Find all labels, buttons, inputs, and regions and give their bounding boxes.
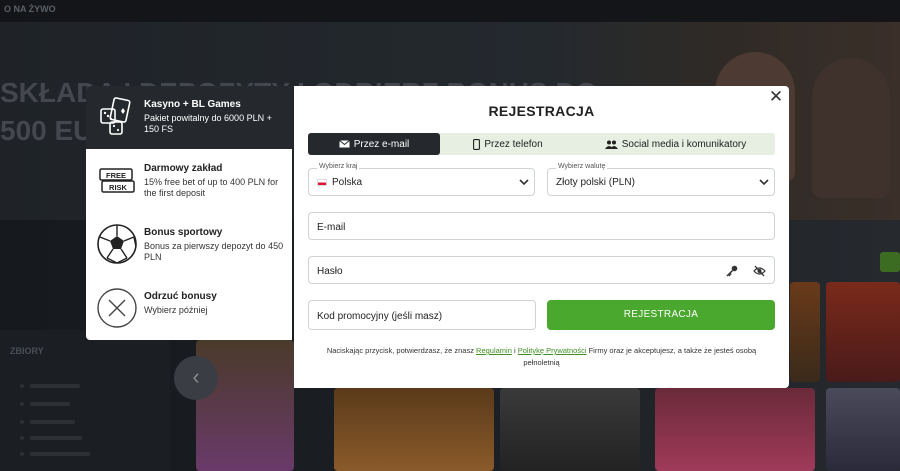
background-game-tile [334, 388, 494, 471]
soccer-ball-icon [97, 224, 137, 264]
registration-tabs: Przez e-mail Przez telefon Social media … [308, 133, 775, 155]
tab-label: Social media i komunikatory [621, 138, 747, 150]
bonus-option-free-bet[interactable]: FREE RISK Darmowy zakład 15% free bet of… [86, 150, 292, 213]
bonus-option-desc: Bonus za pierwszy depozyt do 450 PLN [144, 241, 284, 262]
background-game-tile [500, 388, 640, 471]
promo-code-field[interactable]: Kod promocyjny (jeśli masz) [308, 300, 536, 330]
background-game-tile [826, 282, 900, 382]
bonus-option-desc: Pakiet powitalny do 6000 PLN + 150 FS [144, 113, 272, 134]
bonus-option-title: Bonus sportowy [144, 227, 223, 238]
promo-code-placeholder: Kod promocyjny (jeśli masz) [317, 311, 443, 322]
currency-select[interactable]: Wybierz walutę Złoty polski (PLN) [547, 163, 775, 196]
bonus-option-desc: 15% free bet of up to 400 PLN for the fi… [144, 177, 279, 198]
password-field[interactable]: Hasło [308, 256, 775, 284]
users-icon [604, 140, 618, 149]
phone-icon [473, 138, 481, 150]
bonus-panel: Kasyno + BL Games Pakiet powitalny do 60… [86, 86, 292, 340]
bonus-option-title: Odrzuć bonusy [144, 291, 217, 302]
tab-social[interactable]: Social media i komunikatory [576, 133, 775, 155]
bonus-option-decline[interactable]: Odrzuć bonusy Wybierz później [86, 278, 292, 340]
privacy-policy-link[interactable]: Politykę Prywatności [518, 346, 587, 355]
bonus-option-title: Darmowy zakład [144, 163, 223, 174]
background-top-label: O NA ŻYWO [4, 4, 56, 14]
currency-label: Wybierz walutę [556, 163, 608, 170]
background-carousel-prev-icon: ‹ [174, 356, 218, 400]
free-text: FREE [106, 171, 126, 180]
email-field[interactable]: E-mail [308, 212, 775, 240]
tab-label: Przez e-mail [353, 138, 410, 150]
tab-label: Przez telefon [484, 138, 543, 150]
bonus-option-desc: Wybierz później [144, 305, 208, 315]
chevron-down-icon [759, 179, 769, 186]
registration-modal: ✕ REJESTRACJA Przez e-mail Przez telefon… [294, 86, 789, 388]
poland-flag-icon [317, 179, 327, 186]
background-dealer-image [812, 58, 890, 198]
envelope-icon [338, 140, 350, 148]
tab-email[interactable]: Przez e-mail [308, 133, 440, 155]
background-game-tile [790, 282, 820, 382]
background-game-tile [655, 388, 815, 471]
terms-text: Naciskając przycisk, potwierdzasz, że zn… [326, 346, 757, 367]
password-placeholder: Hasło [317, 266, 343, 277]
background-top-bar: O NA ŻYWO [0, 0, 900, 22]
background-sidebar: ZBIORY [0, 330, 170, 471]
modal-title: REJESTRACJA [488, 103, 595, 119]
currency-value: Złoty polski (PLN) [556, 177, 635, 188]
background-green-button [880, 252, 900, 272]
bonus-option-title: Kasyno + BL Games [144, 99, 241, 110]
tab-phone[interactable]: Przez telefon [440, 133, 576, 155]
bonus-option-sport[interactable]: Bonus sportowy Bonus za pierwszy depozyt… [86, 214, 292, 277]
casino-dice-cards-icon [100, 97, 131, 135]
email-placeholder: E-mail [317, 222, 346, 233]
risk-text: RISK [109, 183, 128, 192]
background-game-tile [826, 388, 900, 471]
key-icon[interactable] [726, 265, 738, 277]
terms-link[interactable]: Regulamin [476, 346, 512, 355]
country-value: Polska [332, 177, 363, 188]
chevron-down-icon [519, 179, 529, 186]
country-select[interactable]: Wybierz kraj Polska [308, 163, 535, 196]
register-button[interactable]: REJESTRACJA [547, 300, 775, 330]
eye-slash-icon[interactable] [753, 265, 766, 277]
free-risk-ticket-icon: FREE RISK [99, 168, 135, 193]
bonus-option-casino[interactable]: Kasyno + BL Games Pakiet powitalny do 60… [86, 86, 292, 149]
background-game-tile [196, 340, 294, 471]
close-circle-icon [97, 288, 137, 328]
country-label: Wybierz kraj [317, 163, 360, 170]
